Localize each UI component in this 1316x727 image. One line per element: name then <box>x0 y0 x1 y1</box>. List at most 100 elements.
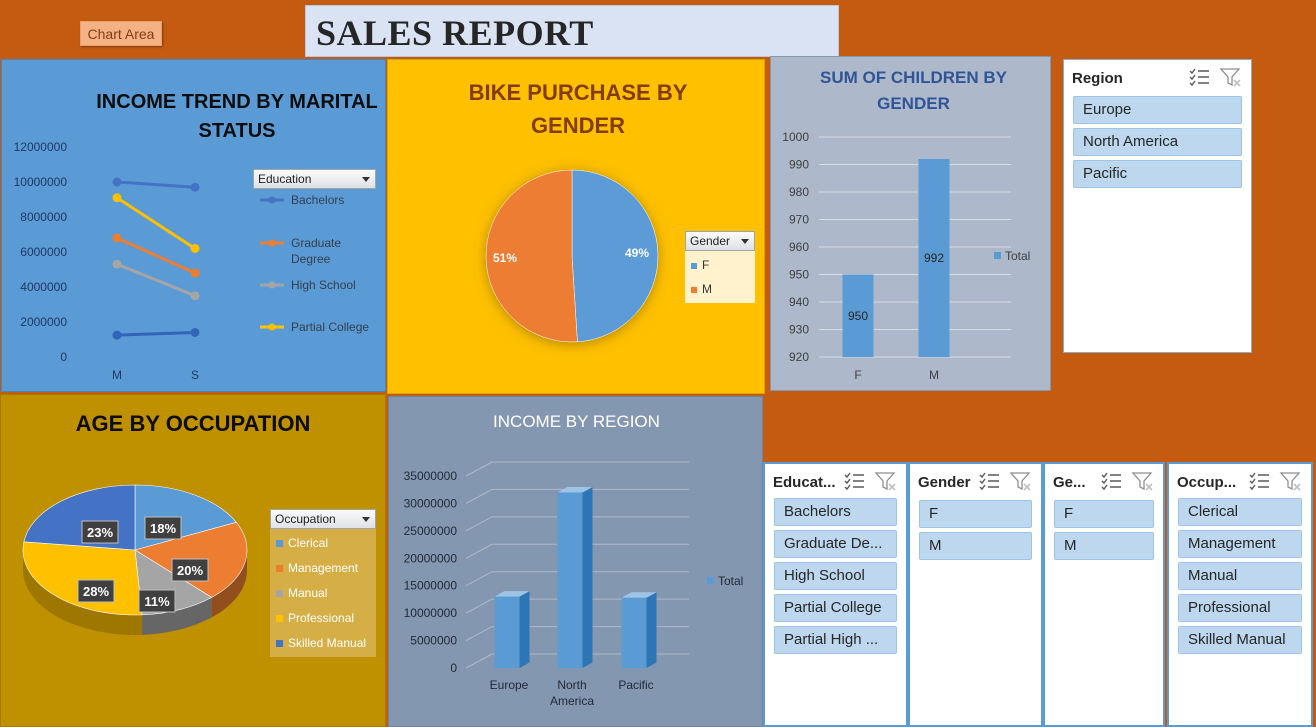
x-tick-label: S <box>191 368 199 382</box>
x-tick-label: Europe <box>490 678 529 692</box>
slicer-item[interactable]: Graduate De... <box>774 530 897 558</box>
children-chart[interactable]: SUM OF CHILDREN BY GENDER 1000 990 980 970 9… <box>770 56 1051 391</box>
occupation-slicer-title: Occup... <box>1177 474 1237 491</box>
bar-side <box>646 592 657 668</box>
clear-filter-icon[interactable] <box>1131 470 1155 492</box>
clear-filter-icon[interactable] <box>1219 66 1243 88</box>
slicer-item[interactable]: Professional <box>1178 594 1302 622</box>
clear-filter-icon[interactable] <box>1279 470 1303 492</box>
slicer-item[interactable]: M <box>919 532 1032 560</box>
y-tick-label: 15000000 <box>404 579 458 593</box>
multi-select-icon[interactable] <box>842 470 866 492</box>
slicer-item[interactable]: North America <box>1073 128 1242 156</box>
bike-purchase-plot: 49% 51% <box>485 169 659 343</box>
slicer-item[interactable]: Europe <box>1073 96 1242 124</box>
slicer-item[interactable]: Manual <box>1178 562 1302 590</box>
legend-swatch <box>707 577 714 584</box>
y-tick-label: 4000000 <box>20 280 67 294</box>
clear-filter-icon[interactable] <box>1009 470 1033 492</box>
y-tick-label: 970 <box>789 213 809 227</box>
children-plot: 1000 990 980 970 960 950 940 930 920 950 F 992 M Tota… <box>782 130 1030 382</box>
income-trend-chart[interactable]: INCOME TREND BY MARITAL STATUS 12000000 1… <box>1 59 386 392</box>
income-region-chart[interactable]: INCOME BY REGION 35000000 30000000 2500000… <box>388 396 763 727</box>
slicer-item[interactable]: Bachelors <box>774 498 897 526</box>
y-tick-label: 12000000 <box>14 140 68 154</box>
legend-item-m: M <box>691 282 712 296</box>
legend-swatch <box>276 565 283 572</box>
y-tick-label: 10000000 <box>14 175 68 189</box>
data-label: 950 <box>848 309 868 323</box>
data-label: 23% <box>87 525 113 540</box>
data-point <box>190 244 200 253</box>
region-slicer-title: Region <box>1072 70 1123 87</box>
legend-label: Total <box>1005 249 1030 263</box>
bike-purchase-chart[interactable]: BIKE PURCHASE BY GENDER 49% 51% Gender F … <box>387 59 765 394</box>
y-tick-label: 5000000 <box>410 634 457 648</box>
occupation-filter-dropdown[interactable]: Occupation <box>270 509 376 529</box>
legend-item: Manual <box>276 586 327 600</box>
data-point <box>112 259 122 269</box>
chart-area-tag[interactable]: Chart Area <box>80 21 162 46</box>
gender-legend[interactable]: Gender F M <box>685 231 755 303</box>
legend-swatch <box>276 540 283 547</box>
multi-select-icon[interactable] <box>977 470 1001 492</box>
education-filter-dropdown[interactable]: Education <box>253 169 376 189</box>
age-occupation-chart[interactable]: AGE BY OCCUPATION 18% 20% 11% 28% 23% Occupa… <box>0 394 386 727</box>
data-point <box>112 193 122 203</box>
y-tick-label: 0 <box>450 661 457 675</box>
legend-swatch <box>276 590 283 597</box>
clear-filter-icon[interactable] <box>874 470 898 492</box>
x-tick-label: Pacific <box>618 678 653 692</box>
y-tick-label: 920 <box>789 350 809 364</box>
series-line <box>116 196 196 250</box>
bar-north-america <box>557 492 583 668</box>
gridline <box>465 461 689 477</box>
report-title-box[interactable]: SALES REPORT <box>305 5 839 57</box>
data-label: 992 <box>924 251 944 265</box>
legend-swatch-m <box>691 287 697 293</box>
x-tick-label: North <box>557 678 586 692</box>
data-label: 11% <box>144 594 170 609</box>
occupation-legend[interactable]: Occupation Clerical Management Manual Profe… <box>270 509 376 657</box>
y-tick-label: 960 <box>789 240 809 254</box>
multi-select-icon[interactable] <box>1187 66 1211 88</box>
legend-label: Management <box>288 561 359 575</box>
data-point <box>190 182 200 192</box>
slicer-item[interactable]: Partial High ... <box>774 626 897 654</box>
gender-slicer-2[interactable]: Ge... FM <box>1043 462 1165 727</box>
slicer-item[interactable]: F <box>919 500 1032 528</box>
gender-slicer-title: Gender <box>918 474 971 491</box>
slicer-item[interactable]: Clerical <box>1178 498 1302 526</box>
y-tick-label: 10000000 <box>404 606 458 620</box>
data-point <box>112 177 122 187</box>
slicer-item[interactable]: M <box>1054 532 1154 560</box>
slicer-item[interactable]: Management <box>1178 530 1302 558</box>
data-label-m: 51% <box>493 251 517 265</box>
slicer-item[interactable]: High School <box>774 562 897 590</box>
legend-item-f: F <box>691 258 709 272</box>
slicer-item[interactable]: Skilled Manual <box>1178 626 1302 654</box>
legend-swatch <box>276 640 283 647</box>
x-tick-label: M <box>112 368 122 382</box>
multi-select-icon[interactable] <box>1099 470 1123 492</box>
slicer-item[interactable]: Pacific <box>1073 160 1242 188</box>
data-point <box>190 268 200 278</box>
legend-item: Skilled Manual <box>276 636 366 650</box>
bar-side <box>582 486 593 668</box>
bar-pacific <box>621 597 647 668</box>
gender-slicer[interactable]: Gender FM <box>908 462 1043 727</box>
slicer-item[interactable]: Partial College <box>774 594 897 622</box>
slicer-item[interactable]: F <box>1054 500 1154 528</box>
multi-select-icon[interactable] <box>1247 470 1271 492</box>
bar-europe <box>494 596 520 668</box>
y-tick-label: 990 <box>789 158 809 172</box>
gender-filter-dropdown[interactable]: Gender <box>685 231 755 251</box>
bar-side <box>519 591 530 668</box>
region-slicer[interactable]: Region Europe North America Pacific <box>1063 59 1252 353</box>
education-legend[interactable]: Education <box>253 169 376 339</box>
education-slicer[interactable]: Educat... Bachelors Graduate De... High Sc… <box>763 462 908 727</box>
series-line <box>116 180 196 189</box>
report-title: SALES REPORT <box>316 13 594 53</box>
occupation-slicer[interactable]: Occup... Clerical Management Manual Profess… <box>1167 462 1313 727</box>
data-label: 28% <box>83 584 109 599</box>
